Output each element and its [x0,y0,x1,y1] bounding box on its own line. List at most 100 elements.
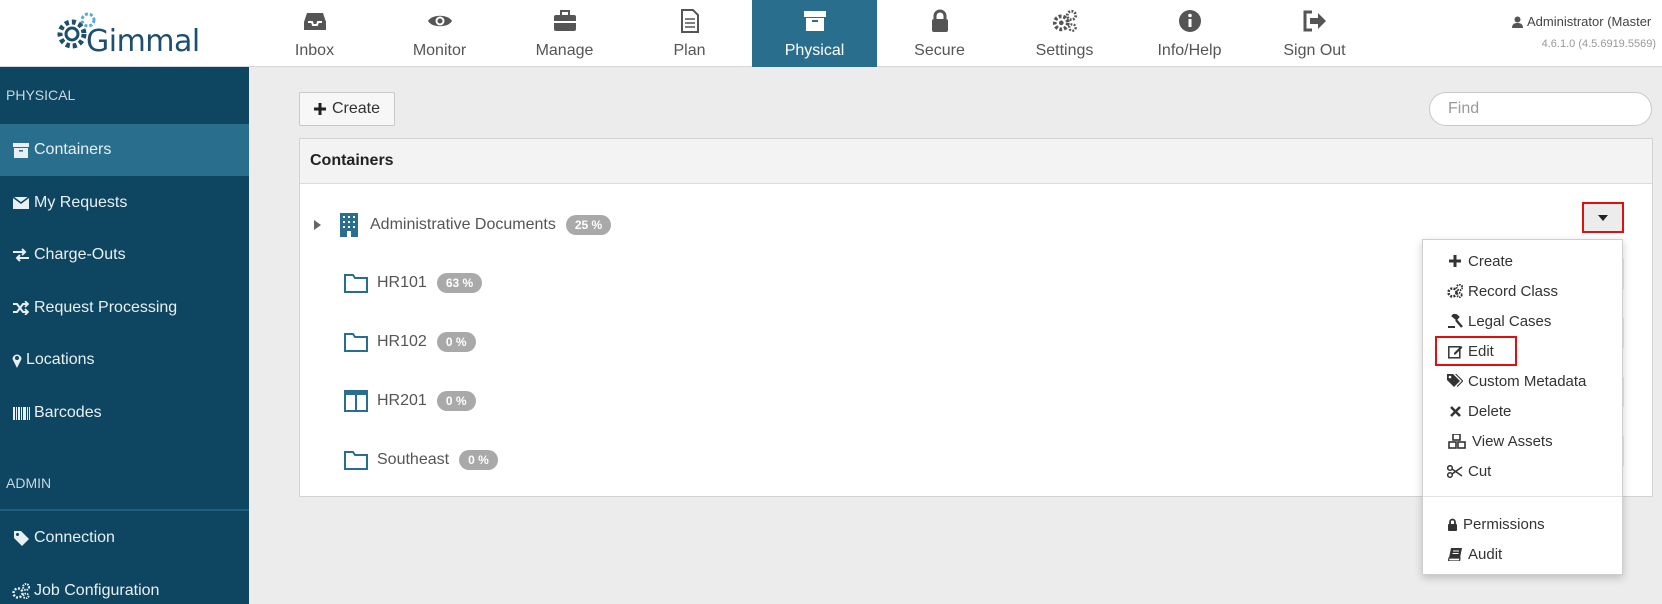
menu-item-label: Legal Cases [1468,312,1552,330]
menu-item-label: Cut [1468,462,1492,480]
panel-title: Containers [300,139,1652,184]
sidebar-item-charge-outs[interactable]: Charge-Outs [0,229,249,281]
tree-item-label: HR201 [377,392,427,409]
expand-arrow-icon[interactable] [314,220,324,230]
find-input[interactable] [1429,92,1652,126]
map-marker-icon [12,351,22,369]
fill-badge: 0 % [436,332,476,352]
times-icon [1447,403,1463,419]
sidebar-item-barcodes[interactable]: Barcodes [0,387,249,439]
menu-item-edit[interactable]: Edit [1423,338,1622,364]
tag-icon [12,529,30,547]
sidebar-item-my-requests[interactable]: My Requests [0,177,249,229]
nav-inbox[interactable]: Inbox [252,0,377,67]
edit-icon [1447,343,1463,359]
sidebar-item-label: Connection [34,529,115,546]
menu-item-custom-metadata[interactable]: Custom Metadata [1423,368,1622,394]
gavel-icon [1447,313,1463,329]
sidebar-item-containers[interactable]: Containers [0,124,249,176]
menu-item-view-assets[interactable]: View Assets [1423,428,1622,454]
gears-icon [1447,283,1463,299]
sidebar: PHYSICAL Containers My Requests Charge-O… [0,67,249,604]
menu-divider [1423,496,1622,497]
nav-physical[interactable]: Physical [752,0,877,67]
nav-monitor[interactable]: Monitor [377,0,502,67]
sidebar-item-label: Containers [34,141,112,158]
cubes-icon [1447,433,1467,449]
tree-row[interactable]: Southeast 0 % [343,445,498,475]
row-actions-dropdown-button[interactable] [1582,202,1624,233]
eye-icon [427,8,453,34]
top-header: Gimmal Inbox Monitor Manage Plan Physica… [0,0,1662,67]
gears-icon [12,582,30,600]
menu-item-record-class[interactable]: Record Class [1423,278,1622,304]
menu-item-audit[interactable]: Audit [1423,541,1622,567]
archive-box-icon [802,8,828,34]
menu-item-label: Custom Metadata [1468,372,1587,390]
tree-item-label: HR102 [377,333,427,350]
nav-label: Secure [914,42,965,59]
menu-item-cut[interactable]: Cut [1423,458,1622,484]
sidebar-item-label: Job Configuration [34,582,160,599]
nav-label: Info/Help [1157,42,1222,59]
plus-icon [313,103,326,115]
document-icon [677,8,703,34]
sign-out-icon [1302,8,1328,34]
folder-icon [343,270,369,296]
fill-badge: 0 % [436,391,476,411]
menu-item-label: Record Class [1468,282,1559,300]
menu-item-permissions[interactable]: Permissions [1423,511,1622,537]
menu-item-label: Create [1468,252,1514,270]
nav-info-help[interactable]: Info/Help [1127,0,1252,67]
gimmal-logo[interactable]: Gimmal [56,8,216,59]
archive-icon [12,141,30,159]
menu-item-label: Audit [1468,545,1503,563]
menu-item-label: Edit [1468,342,1494,360]
section-title-admin: ADMIN [6,475,52,491]
menu-item-label: View Assets [1472,432,1553,450]
sidebar-item-label: Barcodes [34,404,102,421]
nav-label: Monitor [412,42,467,59]
main-nav: Inbox Monitor Manage Plan Physical Secur… [252,0,1377,67]
tree-row[interactable]: HR201 0 % [343,386,476,416]
shuffle-icon [12,299,30,317]
barcode-icon [12,404,30,422]
sidebar-item-request-processing[interactable]: Request Processing [0,282,249,334]
menu-item-legal-cases[interactable]: Legal Cases [1423,308,1622,334]
tree-item-label: HR101 [377,274,427,291]
user-name: Administrator (Master [1527,14,1652,29]
user-menu[interactable]: Administrator (Master [1512,14,1662,29]
plus-icon [1447,253,1463,269]
menu-item-create[interactable]: Create [1423,248,1622,274]
nav-manage[interactable]: Manage [502,0,627,67]
gears-icon [1052,8,1078,34]
tree-row[interactable]: Administrative Documents 25 % [314,210,612,240]
nav-plan[interactable]: Plan [627,0,752,67]
sidebar-item-connection[interactable]: Connection [0,512,249,564]
fill-badge: 25 % [565,215,612,235]
nav-label: Manage [535,42,594,59]
sidebar-item-label: My Requests [34,194,128,211]
menu-item-label: Permissions [1463,515,1545,533]
tags-icon [1447,373,1463,389]
book-icon [1447,546,1463,562]
sidebar-item-label: Request Processing [34,299,178,316]
sidebar-item-job-configuration[interactable]: Job Configuration [0,565,249,604]
tree-row[interactable]: HR102 0 % [343,327,476,357]
columns-icon [343,388,369,414]
tree-row[interactable]: HR101 63 % [343,268,483,298]
create-button[interactable]: Create [299,92,395,126]
sidebar-item-locations[interactable]: Locations [0,334,249,386]
tree-item-label: Administrative Documents [370,216,556,233]
nav-secure[interactable]: Secure [877,0,1002,67]
tree-item-label: Southeast [377,451,450,468]
caret-down-icon [1598,214,1608,221]
menu-item-delete[interactable]: Delete [1423,398,1622,424]
row-actions-menu: Create Record Class Legal Cases Edit Cus… [1422,239,1623,575]
nav-label: Physical [784,42,845,59]
create-button-label: Create [331,100,381,117]
nav-label: Sign Out [1283,42,1346,59]
nav-settings[interactable]: Settings [1002,0,1127,67]
nav-sign-out[interactable]: Sign Out [1252,0,1377,67]
building-icon [336,212,362,238]
